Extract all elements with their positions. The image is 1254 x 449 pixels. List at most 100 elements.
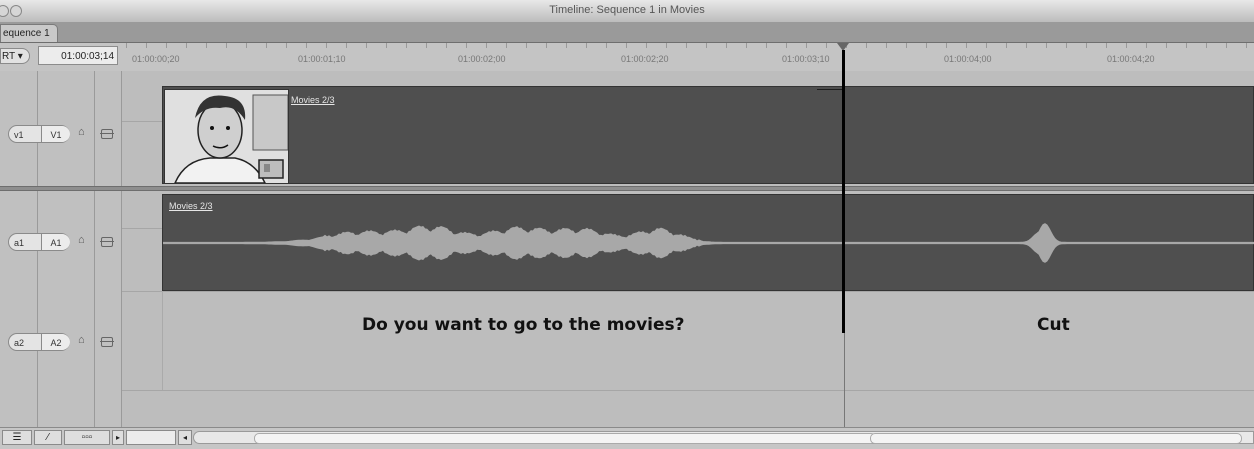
track-patch-v1[interactable]: v1 V1 [8,125,70,143]
rt-menu-button[interactable]: RT ▾ [0,48,30,64]
ruler-tick [1006,43,1007,48]
track-patch-a2[interactable]: a2 A2 [8,333,70,351]
scroll-thumb[interactable] [254,433,876,444]
sync-icon[interactable] [100,129,114,139]
sync-icon[interactable] [100,337,114,347]
ruler-tick [1126,43,1127,48]
ruler-tick [786,43,787,48]
ruler-label: 01:00:04;20 [1107,54,1155,64]
ruler-tick [1146,43,1147,48]
ruler-tick [866,43,867,48]
track-size-icon[interactable]: ▫▫▫ [64,430,110,445]
ruler-tick [346,43,347,48]
ruler-tick [206,43,207,48]
ruler-tick [706,43,707,48]
audio-clip[interactable]: Movies 2/3 [162,194,1254,291]
ruler-tick [746,43,747,48]
playhead-guide [844,333,845,427]
ruler-tick [766,43,767,48]
ruler-tick [926,43,927,48]
ruler-tick [566,43,567,48]
ruler-tick [886,43,887,48]
ruler-tick [726,43,727,48]
ruler-tick [906,43,907,48]
current-timecode-field[interactable]: 01:00:03;14 [38,46,118,65]
ruler-tick [426,43,427,48]
ruler-tick [1046,43,1047,48]
track-height-icon[interactable]: ☰ [2,430,32,445]
ruler-tick [286,43,287,48]
ruler-tick [166,43,167,48]
timeline-ruler-row: RT ▾ 01:00:03;14 01:00:00;20 01:00:01;10… [0,43,1254,72]
ruler-tick [1206,43,1207,48]
window-title: Timeline: Sequence 1 in Movies [549,4,705,16]
track-guide-line [122,390,1254,391]
clip-name: Movies 2/3 [291,95,335,105]
horizontal-scrollbar[interactable] [193,431,1254,444]
ruler-tick [186,43,187,48]
ruler-tick [1066,43,1067,48]
clip-overlays-icon[interactable]: ⁄ [34,430,62,445]
ruler-tick [226,43,227,48]
tab-sequence-1[interactable]: equence 1 [0,24,58,42]
lock-icon[interactable]: ⌂ [78,234,85,246]
ruler-tick [326,43,327,48]
ruler-tick [626,43,627,48]
ruler-tick [1026,43,1027,48]
ruler-label: 01:00:02;00 [458,54,506,64]
sync-icon[interactable] [100,237,114,247]
track-patch-a1[interactable]: a1 A1 [8,233,70,251]
ruler-tick [1166,43,1167,48]
ruler-tick [586,43,587,48]
source-track-label: a1 [14,238,25,248]
scroll-left-icon[interactable]: ◂ [178,430,192,445]
ruler-tick [366,43,367,48]
ruler-label: 01:00:03;10 [782,54,830,64]
dest-track-label: A1 [41,234,70,250]
ruler-tick [986,43,987,48]
clip-thumbnail [164,89,289,184]
scroll-thumb-right[interactable] [870,433,1242,444]
ruler-tick [1106,43,1107,48]
ruler-label: 01:00:01;10 [298,54,346,64]
ruler-tick [1246,43,1247,48]
ruler-tick [406,43,407,48]
timecode-ruler[interactable]: 01:00:00;20 01:00:01;10 01:00:02;00 01:0… [122,43,1254,71]
ruler-tick [686,43,687,48]
ruler-tick [526,43,527,48]
ruler-tick [806,43,807,48]
lock-icon[interactable]: ⌂ [78,126,85,138]
ruler-label: 01:00:02;20 [621,54,669,64]
ruler-tick [266,43,267,48]
timeline-bottom-bar: ☰ ⁄ ▫▫▫ ▸ ◂ [0,427,1254,449]
ruler-tick [466,43,467,48]
ruler-tick [446,43,447,48]
ruler-tick [1086,43,1087,48]
ruler-tick [946,43,947,48]
ruler-tick [126,43,127,48]
clip-edit-marker [817,89,843,90]
ruler-tick [966,43,967,48]
source-track-label: v1 [14,130,24,140]
ruler-tick [546,43,547,48]
lock-icon[interactable]: ⌂ [78,334,85,346]
ruler-tick [146,43,147,48]
audio-track-lane-a2 [122,291,1254,427]
ruler-tick [386,43,387,48]
track-guide-line [122,291,1254,292]
caption-dialogue: Do you want to go to the movies? [362,315,685,335]
sequence-tab-bar: equence 1 [0,22,1254,43]
ruler-tick [646,43,647,48]
source-track-label: a2 [14,338,25,348]
lane-edge [162,291,163,390]
zoom-slider[interactable] [126,430,176,445]
track-size-menu-icon[interactable]: ▸ [112,430,124,445]
ruler-tick [306,43,307,48]
playhead-line[interactable] [842,50,845,333]
header-divider [94,71,95,427]
video-clip[interactable]: Movies 2/3 [162,86,1254,184]
ruler-tick [666,43,667,48]
ruler-tick [1226,43,1227,48]
window-title-bar: Timeline: Sequence 1 in Movies [0,0,1254,23]
caption-cut: Cut [1037,315,1070,335]
